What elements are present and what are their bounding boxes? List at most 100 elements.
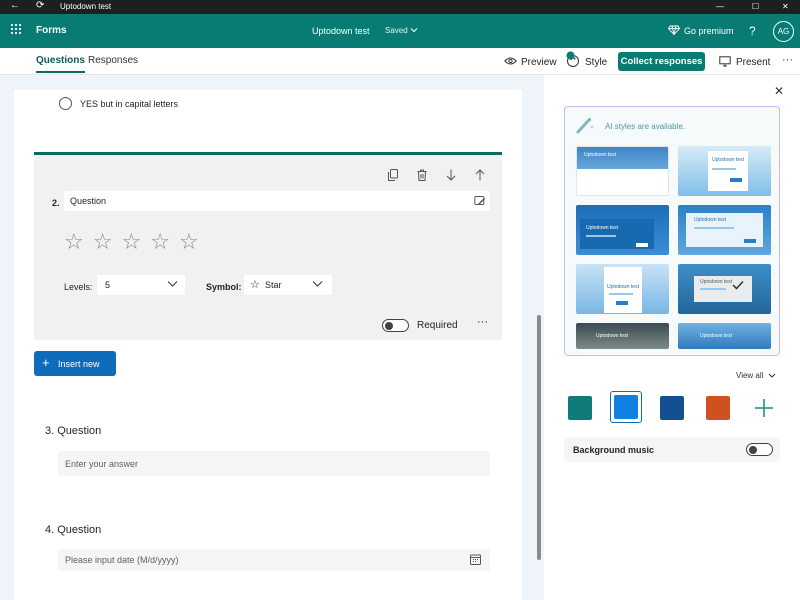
ai-styles-banner: AI styles are available.	[605, 122, 686, 131]
star-rating-icon-1[interactable]: ☆	[64, 229, 84, 255]
move-up-icon[interactable]	[475, 169, 485, 181]
question-title-text: Question	[70, 196, 107, 206]
copy-icon[interactable]	[388, 169, 398, 181]
form-title[interactable]: Uptodown test	[312, 26, 370, 36]
background-music-label: Background music	[573, 445, 655, 455]
scrollbar[interactable]	[536, 85, 542, 600]
help-button[interactable]: ?	[749, 24, 756, 38]
theme-thumbnail-7[interactable]: Uptodown test	[576, 323, 669, 349]
option-text[interactable]: YES but in capital letters	[80, 99, 178, 109]
color-swatch-teal[interactable]	[568, 396, 592, 420]
form-canvas: YES but in capital letters 2. Question ☆…	[14, 90, 522, 600]
required-toggle[interactable]	[382, 319, 409, 332]
theme-thumbnail-6[interactable]: Uptodown test	[678, 264, 771, 314]
app-header: Forms Uptodown test Saved Go premium ? A…	[0, 14, 800, 48]
tab-questions[interactable]: Questions	[36, 55, 85, 73]
move-down-icon[interactable]	[446, 169, 456, 181]
answer-input[interactable]: Enter your answer	[58, 451, 490, 476]
window-title-bar: ← ⟳ Uptodown test — ☐ ✕	[0, 0, 800, 14]
app-launcher-icon[interactable]	[10, 23, 22, 35]
color-swatch-navy[interactable]	[660, 396, 684, 420]
diamond-icon	[668, 25, 680, 35]
minimize-icon[interactable]: —	[716, 2, 724, 11]
maximize-icon[interactable]: ☐	[752, 2, 759, 11]
close-panel-icon[interactable]: ✕	[774, 84, 784, 98]
theme-title: Uptodown test	[700, 333, 732, 339]
preview-button[interactable]: Preview	[521, 57, 557, 68]
more-options-button[interactable]: ···	[782, 54, 793, 66]
theme-title: Uptodown test	[607, 284, 639, 290]
theme-thumbnail-1[interactable]: Uptodown test	[576, 146, 669, 196]
selected-check-icon	[732, 280, 744, 290]
radio-option[interactable]	[59, 97, 72, 110]
chevron-down-icon[interactable]	[410, 26, 418, 34]
tab-responses[interactable]: Responses	[88, 55, 138, 66]
present-button[interactable]: Present	[736, 57, 770, 68]
tab-bar: Questions Responses Preview Style Collec…	[0, 48, 800, 75]
ai-sparkle-icon	[575, 116, 595, 134]
question-3-title[interactable]: 3. Question	[45, 425, 101, 437]
star-rating-icon-5[interactable]: ☆	[179, 229, 199, 255]
background-music-toggle[interactable]	[746, 443, 773, 456]
chevron-down-icon	[312, 280, 323, 288]
star-rating-icon-4[interactable]: ☆	[150, 229, 170, 255]
theme-thumbnail-5[interactable]: Uptodown test	[576, 264, 669, 314]
required-label: Required	[417, 320, 458, 331]
delete-icon[interactable]	[417, 169, 427, 181]
theme-title: Uptodown test	[596, 333, 628, 339]
theme-title: Uptodown test	[694, 217, 726, 223]
question-card-2[interactable]: 2. Question ☆ ☆ ☆ ☆ ☆ Levels: 5 Symbol: …	[34, 152, 502, 340]
theme-title: Uptodown test	[700, 279, 732, 285]
insert-new-label: Insert new	[58, 359, 100, 369]
refresh-icon[interactable]: ⟳	[36, 0, 44, 11]
question-more-button[interactable]: ···	[477, 316, 488, 328]
symbol-dropdown[interactable]: ☆ Star	[244, 275, 332, 295]
app-name[interactable]: Forms	[36, 25, 67, 36]
view-all-link[interactable]: View all	[736, 371, 763, 380]
question-title-input[interactable]: Question	[64, 191, 490, 211]
color-swatch-orange[interactable]	[706, 396, 730, 420]
chevron-down-icon[interactable]	[768, 372, 776, 379]
plus-icon: +	[42, 355, 50, 370]
theme-thumbnail-4[interactable]: Uptodown test	[678, 205, 771, 255]
levels-value: 5	[105, 280, 111, 290]
add-color-icon[interactable]	[752, 396, 776, 420]
question-number: 2.	[52, 198, 60, 208]
theme-gallery: AI styles are available. Uptodown test U…	[564, 106, 780, 356]
style-button[interactable]: Style	[585, 57, 607, 68]
close-window-icon[interactable]: ✕	[782, 2, 789, 11]
color-swatch-blue[interactable]	[614, 395, 638, 419]
style-panel: ✕ AI styles are available. Uptodown test…	[544, 75, 800, 600]
star-icon: ☆	[250, 279, 260, 291]
eye-icon	[504, 56, 517, 66]
chevron-down-icon	[167, 280, 178, 288]
window-title: Uptodown test	[60, 2, 112, 11]
answer-placeholder: Enter your answer	[65, 459, 139, 469]
collect-responses-button[interactable]: Collect responses	[618, 52, 705, 71]
back-arrow-icon[interactable]: ←	[10, 0, 20, 11]
theme-title: Uptodown test	[584, 152, 616, 158]
theme-title: Uptodown test	[586, 225, 618, 231]
go-premium-button[interactable]: Go premium	[684, 26, 734, 36]
symbol-value: Star	[265, 280, 282, 290]
present-icon	[719, 56, 731, 67]
theme-title: Uptodown test	[712, 157, 744, 163]
edit-image-icon[interactable]	[474, 195, 486, 207]
style-badge-icon	[566, 51, 575, 60]
star-rating-icon-3[interactable]: ☆	[121, 229, 141, 255]
insert-new-button[interactable]: + Insert new	[34, 351, 116, 376]
date-placeholder: Please input date (M/d/yyyy)	[65, 555, 179, 565]
theme-thumbnail-3[interactable]: Uptodown test	[576, 205, 669, 255]
avatar[interactable]: AG	[773, 21, 794, 42]
levels-dropdown[interactable]: 5	[97, 275, 185, 295]
symbol-label: Symbol:	[206, 282, 242, 292]
levels-label: Levels:	[64, 282, 93, 292]
background-music-row: Background music	[564, 437, 780, 462]
scrollbar-thumb[interactable]	[537, 315, 541, 560]
theme-thumbnail-2[interactable]: Uptodown test	[678, 146, 771, 196]
star-rating-icon-2[interactable]: ☆	[93, 229, 113, 255]
theme-thumbnail-8[interactable]: Uptodown test	[678, 323, 771, 349]
question-4-title[interactable]: 4. Question	[45, 524, 101, 536]
date-input[interactable]: Please input date (M/d/yyyy)	[58, 549, 490, 571]
calendar-icon[interactable]	[470, 554, 481, 565]
